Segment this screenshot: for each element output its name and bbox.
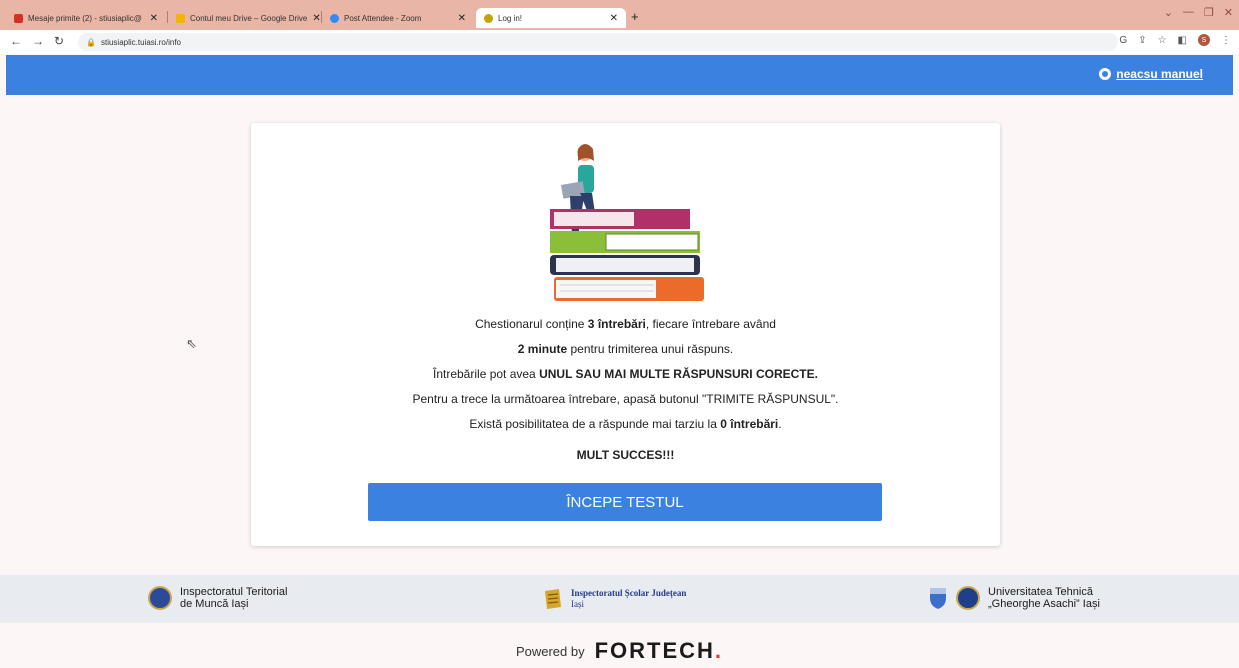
tab-title: Contul meu Drive – Google Drive (190, 13, 308, 23)
back-icon[interactable]: ← (10, 34, 22, 48)
tab-zoom[interactable]: Post Attendee - Zoom ✕ (322, 8, 474, 28)
address-bar-row: ← → ↻ 🔒 stiusiaplic.tuiasi.ro/info G ⇪ ☆… (0, 30, 1239, 54)
menu-dots-icon[interactable]: ⋮ (1221, 35, 1231, 46)
partner-itm-iasi[interactable]: Inspectoratul Teritorial de Muncă Iași (148, 586, 287, 610)
lock-icon: 🔒 (86, 37, 96, 47)
bookmark-star-icon[interactable]: ☆ (1158, 35, 1167, 46)
later-count: 0 (720, 417, 727, 431)
tab-title: Mesaje primite (2) - stiusiaplic@ (28, 13, 142, 23)
new-tab-button[interactable]: + (631, 9, 639, 24)
good-luck-text: MULT SUCCES!!! (576, 448, 675, 462)
tuiasi-seal-icon (956, 586, 980, 610)
tuiasi-shield-icon (930, 588, 946, 609)
tab-google-drive[interactable]: Contul meu Drive – Google Drive ✕ (168, 8, 320, 28)
profile-avatar[interactable]: S (1198, 34, 1210, 46)
tab-search-icon[interactable]: ⌄ (1164, 6, 1173, 19)
fortech-logo[interactable]: FORTECH. (595, 638, 723, 664)
address-bar-actions: G ⇪ ☆ ◧ S ⋮ (1119, 34, 1231, 46)
mouse-cursor-icon: ⇖ (186, 336, 197, 351)
powered-by: Powered by FORTECH. (0, 638, 1239, 664)
info-card: Chestionarul conține 3 întrebări, fiecar… (251, 123, 1000, 546)
url-field[interactable]: 🔒 stiusiaplic.tuiasi.ro/info (78, 33, 1118, 51)
close-icon[interactable]: ✕ (312, 13, 320, 24)
zoom-icon (330, 13, 339, 23)
close-icon[interactable]: ✕ (610, 13, 618, 24)
url-text: stiusiaplic.tuiasi.ro/info (100, 37, 182, 47)
question-count: 3 (587, 317, 595, 331)
tab-title: Log in! (498, 13, 523, 23)
side-panel-icon[interactable]: ◧ (1178, 35, 1187, 46)
tab-log-in[interactable]: Log in! ✕ (476, 8, 626, 28)
drive-icon (176, 13, 185, 23)
partner-isj-iasi[interactable]: Inspectoratul Școlar Județean Iași (543, 587, 686, 611)
user-name: neacsu manuel (1116, 67, 1203, 81)
tab-gmail[interactable]: Mesaje primite (2) - stiusiaplic@ ✕ (6, 8, 166, 28)
close-icon[interactable]: ✕ (458, 13, 466, 24)
window-controls: ⌄ — ❐ ✕ (1164, 6, 1233, 19)
browser-tab-bar: Mesaje primite (2) - stiusiaplic@ ✕ Cont… (0, 0, 1239, 30)
partner-tuiasi[interactable]: Universitatea Tehnică „Gheorghe Asachi” … (928, 586, 1100, 610)
close-window-icon[interactable]: ✕ (1224, 6, 1233, 19)
user-menu[interactable]: neacsu manuel (1099, 67, 1203, 81)
powered-by-label: Powered by (515, 643, 585, 659)
forward-icon[interactable]: → (32, 34, 44, 48)
minimize-icon[interactable]: — (1183, 6, 1194, 19)
maximize-icon[interactable]: ❐ (1204, 6, 1214, 19)
reload-icon[interactable]: ↻ (54, 34, 64, 48)
books-illustration-icon (550, 144, 704, 301)
site-header: neacsu manuel (6, 55, 1233, 95)
gmail-icon (14, 13, 23, 23)
close-icon[interactable]: ✕ (150, 13, 158, 24)
site-icon (484, 13, 493, 23)
minutes-count: 2 (517, 342, 525, 356)
share-icon[interactable]: ⇪ (1138, 35, 1146, 46)
info-line-later: Există posibilitatea de a răspunde mai t… (469, 417, 782, 431)
tab-title: Post Attendee - Zoom (344, 13, 422, 23)
info-line-next: Pentru a trece la următoarea întrebare, … (412, 392, 839, 406)
user-icon (1099, 68, 1112, 80)
google-translate-icon[interactable]: G (1119, 35, 1127, 46)
isj-logo-icon (545, 589, 561, 609)
itm-logo-icon (148, 586, 172, 610)
info-line-questions: Chestionarul conține 3 întrebări, fiecar… (475, 317, 776, 331)
info-line-answers: Întrebările pot avea UNUL SAU MAI MULTE … (433, 367, 818, 381)
start-test-button[interactable]: ÎNCEPE TESTUL (368, 483, 882, 521)
partners-footer: Inspectoratul Teritorial de Muncă Iași I… (0, 575, 1239, 623)
info-line-minutes: 2 minute pentru trimiterea unui răspuns. (517, 342, 734, 356)
